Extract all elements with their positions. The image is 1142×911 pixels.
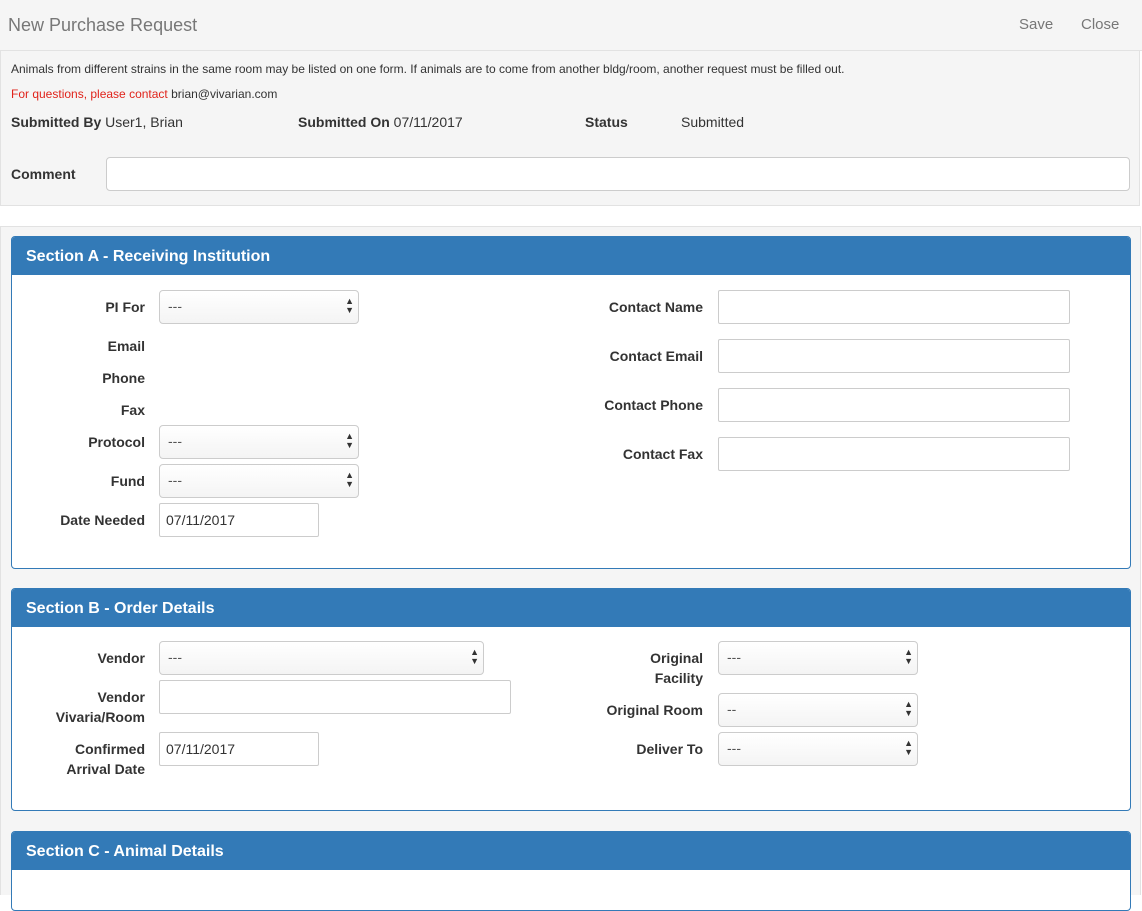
section-a-title: Section A - Receiving Institution <box>12 237 1130 275</box>
contact-email-input[interactable] <box>718 339 1070 373</box>
submitted-by-label: Submitted By <box>11 114 102 130</box>
contact-note: For questions, please contact brian@viva… <box>11 87 277 101</box>
close-button[interactable]: Close <box>1081 16 1119 33</box>
contact-name-label: Contact Name <box>608 299 703 315</box>
section-c-panel: Section C - Animal Details <box>11 831 1131 911</box>
fund-value: --- <box>168 472 182 488</box>
status-label-wrap: Status <box>585 114 628 130</box>
section-b-panel: Section B - Order Details Vendor --- ▲ ▼ … <box>11 588 1131 811</box>
save-button[interactable]: Save <box>1019 16 1053 33</box>
contact-fax-label: Contact Fax <box>622 446 703 462</box>
status-value: Submitted <box>681 114 745 130</box>
request-info: Animals from different strains in the sa… <box>0 51 1140 206</box>
section-c-title: Section C - Animal Details <box>12 832 1130 870</box>
section-a-panel: Section A - Receiving Institution PI For… <box>11 236 1131 569</box>
deliver-to-select[interactable]: --- ▲ ▼ <box>718 732 918 766</box>
select-arrows-icon: ▲ ▼ <box>904 699 913 718</box>
contact-phone-label: Contact Phone <box>604 397 703 413</box>
original-facility-label-2: Facility <box>654 670 703 686</box>
fund-select[interactable]: --- ▲ ▼ <box>159 464 359 498</box>
contact-email-link[interactable]: brian@vivarian.com <box>171 87 277 101</box>
instructions-note: Animals from different strains in the sa… <box>11 62 845 76</box>
submitted-on-value: 07/11/2017 <box>393 114 463 130</box>
select-arrows-icon: ▲ ▼ <box>345 470 354 489</box>
original-room-select[interactable]: -- ▲ ▼ <box>718 693 918 727</box>
original-room-label: Original Room <box>606 702 703 718</box>
deliver-to-label: Deliver To <box>636 741 703 757</box>
contact-fax-input[interactable] <box>718 437 1070 471</box>
contact-name-input[interactable] <box>718 290 1070 324</box>
deliver-to-value: --- <box>727 740 741 756</box>
original-facility-value: --- <box>727 649 741 665</box>
original-facility-label-1: Original <box>650 650 703 666</box>
questions-text: For questions, please contact <box>11 87 168 101</box>
date-needed-input[interactable] <box>159 503 319 537</box>
submitted-on-label: Submitted On <box>298 114 390 130</box>
select-arrows-icon: ▲ ▼ <box>904 647 913 666</box>
select-arrows-icon: ▲ ▼ <box>904 738 913 757</box>
comment-input[interactable] <box>106 157 1130 191</box>
original-facility-select[interactable]: --- ▲ ▼ <box>718 641 918 675</box>
section-b-title: Section B - Order Details <box>12 589 1130 627</box>
form-content: Section A - Receiving Institution PI For… <box>0 226 1141 911</box>
submitted-by: Submitted By User1, Brian <box>11 114 183 130</box>
date-needed-label: Date Needed <box>60 512 145 528</box>
contact-phone-input[interactable] <box>718 388 1070 422</box>
contact-email-label: Contact Email <box>609 348 703 364</box>
original-room-value: -- <box>727 701 737 717</box>
confirmed-arrival-label-2: Arrival Date <box>66 761 145 777</box>
status-label: Status <box>585 114 628 130</box>
phone-label: Phone <box>102 370 145 386</box>
comment-label: Comment <box>11 166 76 182</box>
top-bar: New Purchase Request Save Close <box>0 0 1142 51</box>
fund-label: Fund <box>110 473 145 489</box>
submitted-on: Submitted On 07/11/2017 <box>298 114 463 130</box>
page-title: New Purchase Request <box>8 15 198 35</box>
submitted-by-value: User1, Brian <box>105 114 183 130</box>
